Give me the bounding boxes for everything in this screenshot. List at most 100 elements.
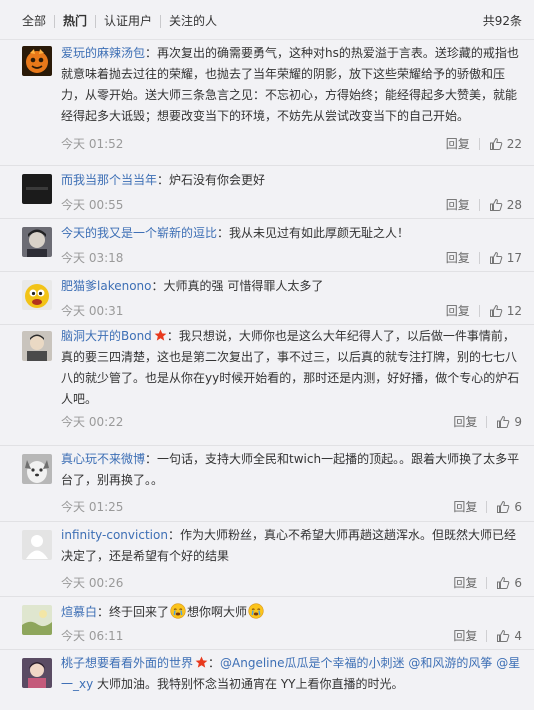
avatar[interactable] [22, 605, 52, 635]
thumbs-up-icon [489, 198, 507, 212]
comment-body: 煊慕白：终于回来了 想你啊大师 [61, 602, 523, 623]
comment-text: 大师加油。我特别怀念当初通宵在 YY上看你直播的时光。 [93, 677, 404, 691]
comment-body: infinity-conviction：作为大师粉丝，真心不希望大师再趟这趟浑水… [61, 525, 523, 567]
red-star-icon [154, 329, 167, 342]
comment-list: 爱玩的麻辣汤包：再次复出的确需要勇气，这种对hs的热爱溢于言表。送珍藏的戒指也就… [0, 40, 534, 710]
comment-actions: 回复 28 [446, 197, 522, 213]
reply-button[interactable]: 回复 [453, 499, 477, 515]
mention-link[interactable]: @和风游的风筝 [408, 656, 492, 670]
thumbs-up-icon [496, 415, 514, 429]
reply-button[interactable]: 回复 [453, 575, 477, 591]
comment-text: 想你啊大师 [187, 605, 248, 619]
comment-username[interactable]: 爱玩的麻辣汤包 [61, 46, 145, 60]
tab-following[interactable]: 关注的人 [161, 13, 225, 29]
comment-time: 今天 00:26 [61, 576, 124, 590]
like-count: 6 [514, 500, 522, 514]
like-button[interactable]: 6 [496, 499, 522, 515]
thumbs-up-icon [496, 629, 514, 643]
comment-item: 脑洞大开的Bond ：我只想说，大师你也是这么大年纪得人了，以后做一件事情前，真的… [0, 325, 534, 446]
comment-username[interactable]: 桃子想要看看外面的世界 [61, 656, 193, 670]
avatar[interactable] [22, 46, 52, 76]
comment-item: 桃子想要看看外面的世界 ：@Angeline瓜瓜是个幸福的小刺迷 @和风游的风筝 … [0, 650, 534, 710]
like-button[interactable]: 22 [489, 136, 522, 152]
avatar[interactable] [22, 658, 52, 688]
thumbs-up-icon [496, 576, 514, 590]
comment-time: 今天 03:18 [61, 251, 124, 265]
reply-button[interactable]: 回复 [446, 303, 470, 319]
like-button[interactable]: 9 [496, 414, 522, 430]
like-count: 6 [514, 576, 522, 590]
comment-actions: 回复 9 [453, 414, 522, 430]
comment-body: 桃子想要看看外面的世界 ：@Angeline瓜瓜是个幸福的小刺迷 @和风游的风筝 … [61, 653, 523, 695]
comment-text: ： [208, 656, 221, 670]
avatar[interactable] [22, 280, 52, 310]
like-button[interactable]: 4 [496, 628, 522, 644]
comment-item: 煊慕白：终于回来了 想你啊大师 今天 06:11 回复 4 [0, 597, 534, 650]
comment-actions: 回复 12 [446, 303, 522, 319]
action-divider [486, 630, 488, 642]
comment-username[interactable]: 而我当那个当当年 [61, 173, 157, 187]
tab-verified-users[interactable]: 认证用户 [96, 13, 160, 29]
comment-body: 而我当那个当当年：炉石没有你会更好 [61, 170, 523, 191]
reply-button[interactable]: 回复 [446, 136, 470, 152]
comment-time: 今天 00:22 [61, 415, 124, 429]
reply-button[interactable]: 回复 [446, 250, 470, 266]
like-button[interactable]: 17 [489, 250, 522, 266]
action-divider [478, 138, 480, 150]
action-divider [486, 416, 488, 428]
action-divider [486, 501, 488, 513]
mention-link[interactable]: @Angeline瓜瓜是个幸福的小刺迷 [220, 656, 404, 670]
like-button[interactable]: 6 [496, 575, 522, 591]
comment-text: ：终于回来了 [97, 605, 170, 619]
thumbs-up-icon [496, 500, 514, 514]
comment-username[interactable]: infinity-conviction [61, 528, 168, 542]
comment-actions: 回复 17 [446, 250, 522, 266]
like-button[interactable]: 28 [489, 197, 522, 213]
like-button[interactable]: 12 [489, 303, 522, 319]
like-count: 17 [506, 251, 522, 265]
comment-actions: 回复 6 [453, 575, 522, 591]
comment-time: 今天 01:25 [61, 500, 124, 514]
comment-body: 爱玩的麻辣汤包：再次复出的确需要勇气，这种对hs的热爱溢于言表。送珍藏的戒指也就… [61, 43, 523, 127]
reply-button[interactable]: 回复 [453, 628, 477, 644]
tab-all[interactable]: 全部 [14, 13, 54, 29]
tab-hot[interactable]: 热门 [55, 13, 95, 29]
comment-actions: 回复 6 [453, 499, 522, 515]
thumbs-up-icon [489, 304, 507, 318]
avatar[interactable] [22, 331, 52, 361]
comment-item: 爱玩的麻辣汤包：再次复出的确需要勇气，这种对hs的热爱溢于言表。送珍藏的戒指也就… [0, 40, 534, 166]
comment-body: 今天的我又是一个崭新的逗比：我从未见过有如此厚颜无耻之人！ [61, 223, 523, 244]
comment-time: 今天 06:11 [61, 629, 124, 643]
comment-text: ：我从未见过有如此厚颜无耻之人！ [217, 226, 410, 240]
comment-username[interactable]: 煊慕白 [61, 605, 97, 619]
comment-actions: 回复 22 [446, 136, 522, 152]
comment-text: ：大师真的强 可惜得罪人太多了 [151, 279, 324, 293]
comment-username[interactable]: 真心玩不来微博 [61, 452, 145, 466]
comment-item: infinity-conviction：作为大师粉丝，真心不希望大师再趟这趟浑水… [0, 522, 534, 597]
thumbs-up-icon [489, 251, 507, 265]
comment-body: 真心玩不来微博：一句话，支持大师全民和twich一起播的顶起。。跟着大师换了太多… [61, 449, 523, 491]
comment-username[interactable]: 脑洞大开的Bond [61, 329, 152, 343]
crying-face-icon [248, 603, 264, 619]
action-divider [478, 199, 480, 211]
avatar[interactable] [22, 454, 52, 484]
like-count: 28 [506, 198, 522, 212]
comment-body: 脑洞大开的Bond ：我只想说，大师你也是这么大年纪得人了，以后做一件事情前，真的… [61, 326, 523, 410]
like-count: 4 [514, 629, 522, 643]
like-count: 9 [514, 415, 522, 429]
avatar[interactable] [22, 227, 52, 257]
avatar[interactable] [22, 530, 52, 560]
crying-face-icon [170, 603, 186, 619]
avatar[interactable] [22, 174, 52, 204]
action-divider [486, 577, 488, 589]
comment-time: 今天 00:31 [61, 304, 124, 318]
like-count: 22 [506, 137, 522, 151]
reply-button[interactable]: 回复 [453, 414, 477, 430]
filter-tabs: 全部 热门 认证用户 关注的人 [14, 13, 225, 29]
comment-username[interactable]: 肥猫爹lakenono [61, 279, 152, 293]
reply-button[interactable]: 回复 [446, 197, 470, 213]
action-divider [478, 305, 480, 317]
comment-item: 肥猫爹lakenono：大师真的强 可惜得罪人太多了 今天 00:31 回复 1… [0, 272, 534, 325]
comment-username[interactable]: 今天的我又是一个崭新的逗比 [61, 226, 217, 240]
comment-total-count: 共92条 [482, 14, 522, 28]
